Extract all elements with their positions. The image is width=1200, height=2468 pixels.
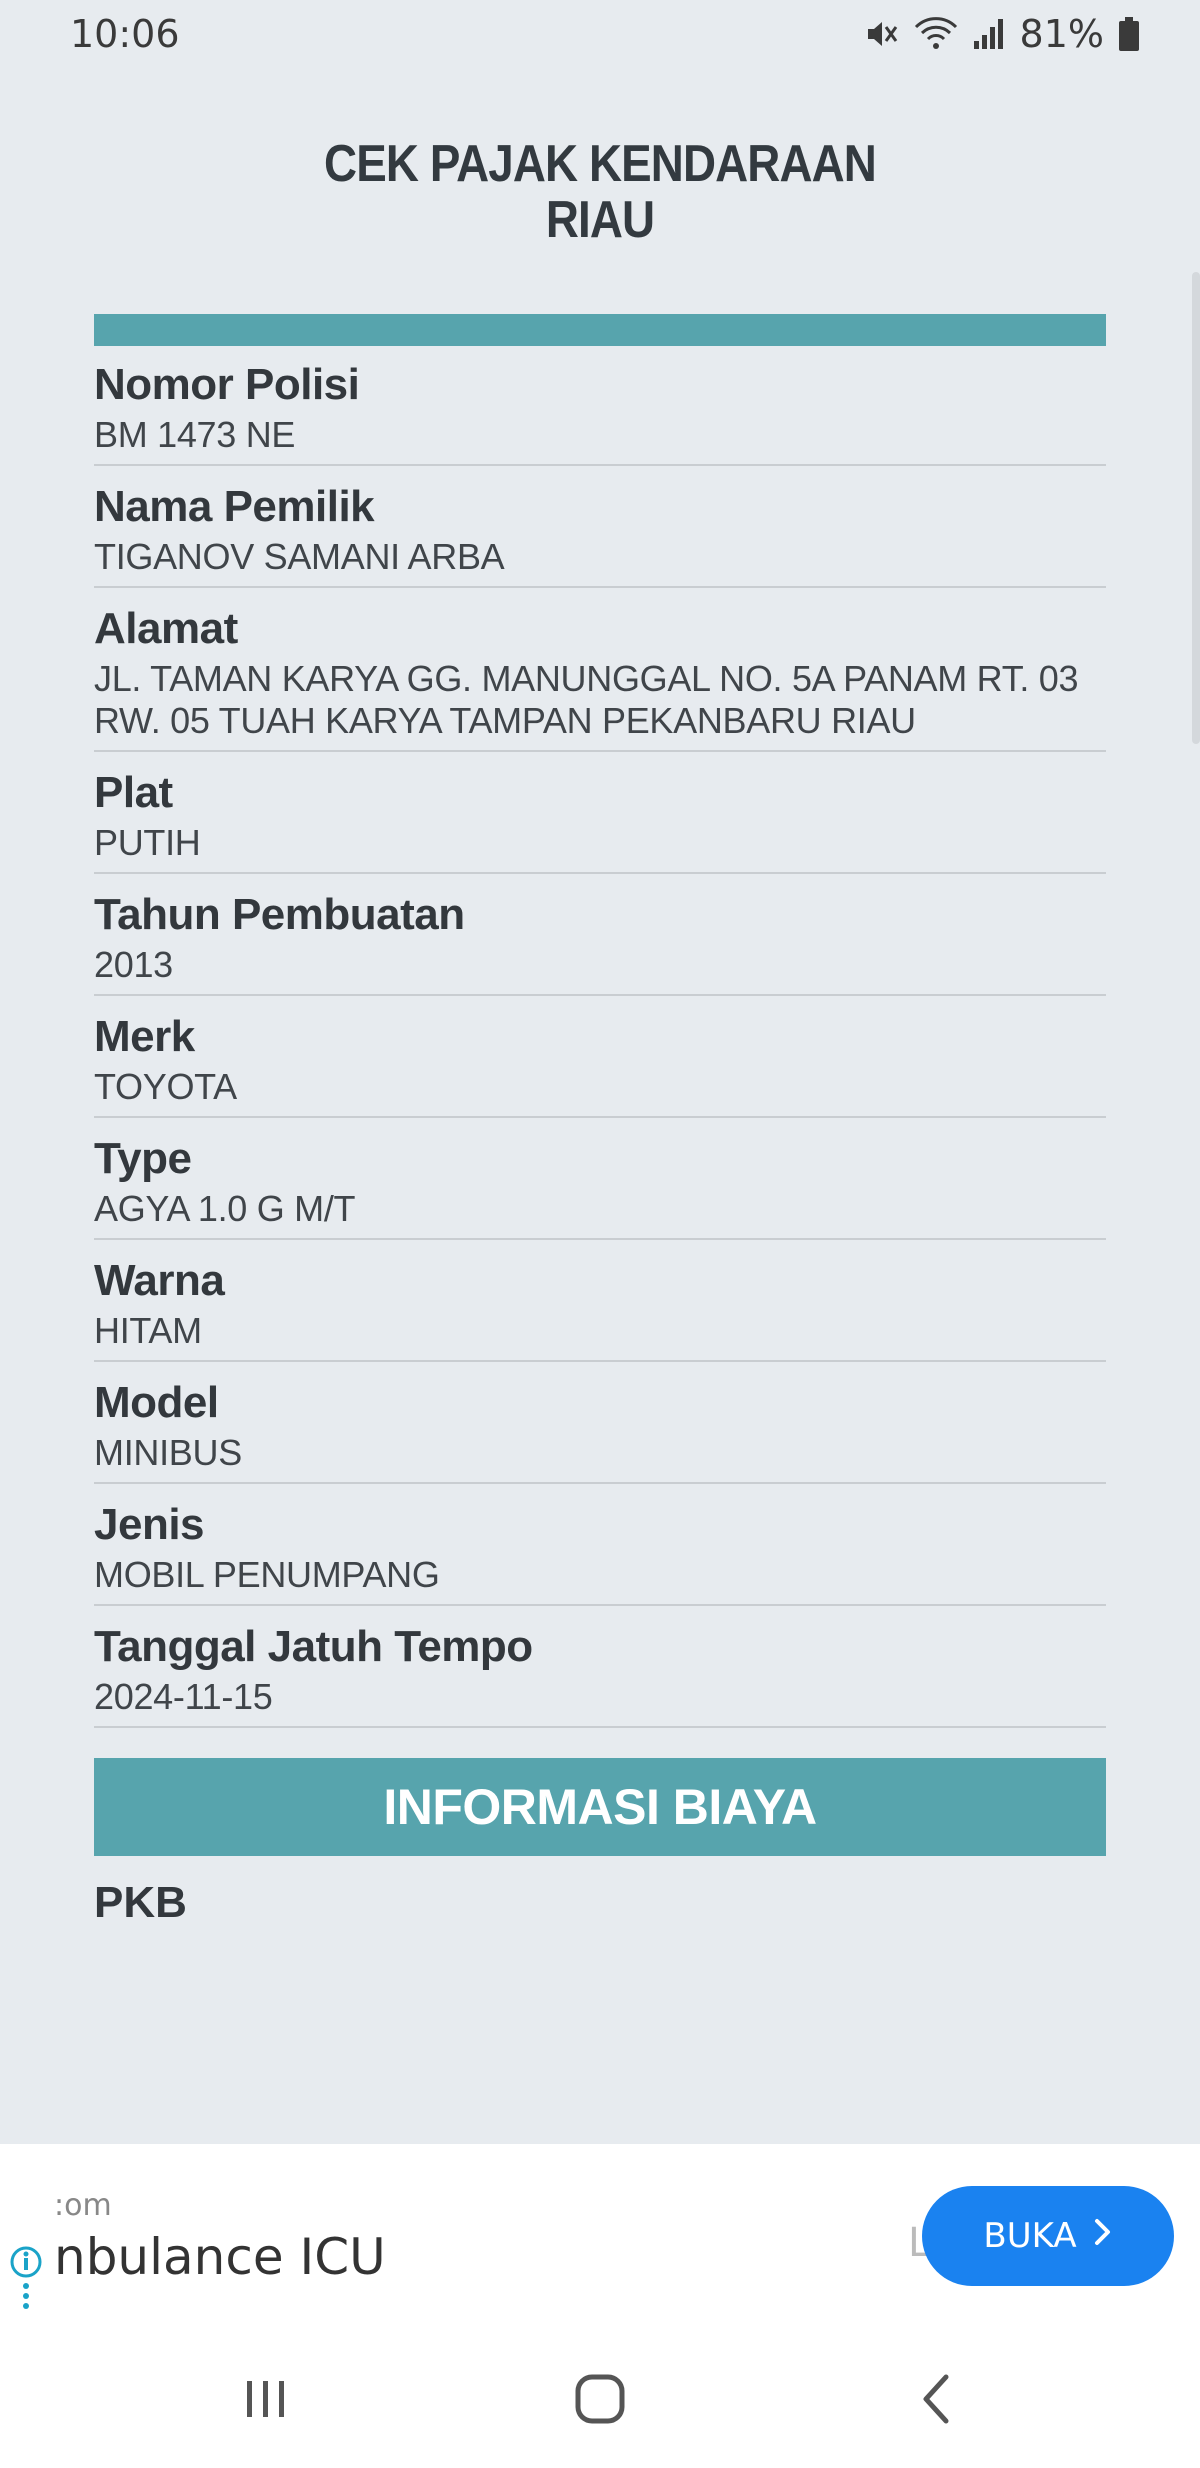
field-value: PUTIH: [94, 822, 201, 863]
field-label-pkb: PKB: [94, 1878, 187, 1927]
field-label: Warna: [94, 1256, 225, 1305]
field-label: Nomor Polisi: [94, 360, 360, 409]
field-nama-pemilik: Nama Pemilik TIGANOV SAMANI ARBA: [94, 466, 1106, 588]
system-nav-bar: [0, 2330, 1200, 2468]
chevron-right-icon: [1093, 2216, 1113, 2256]
field-tanggal-jatuh-tempo: Tanggal Jatuh Tempo 2024-11-15: [94, 1606, 1106, 1728]
page-title: CEK PAJAK KENDARAAN RIAU: [72, 136, 1128, 248]
field-label: Jenis: [94, 1500, 205, 1549]
field-label: Merk: [94, 1012, 195, 1061]
content-scroll-area[interactable]: Nomor Polisi BM 1473 NE Nama Pemilik TIG…: [0, 290, 1200, 2080]
field-value: TIGANOV SAMANI ARBA: [94, 536, 505, 577]
signal-icon: [972, 17, 1006, 51]
field-value: TOYOTA: [94, 1066, 237, 1107]
field-label: Tanggal Jatuh Tempo: [94, 1622, 533, 1671]
status-bar: 10:06 81%: [0, 0, 1200, 76]
home-icon[interactable]: [560, 2364, 640, 2434]
status-icons: 81%: [864, 12, 1140, 56]
field-label: Plat: [94, 768, 173, 817]
field-value: MOBIL PENUMPANG: [94, 1554, 440, 1595]
vehicle-info-card: Nomor Polisi BM 1473 NE Nama Pemilik TIG…: [94, 346, 1106, 1932]
field-value: JL. TAMAN KARYA GG. MANUNGGAL NO. 5A PAN…: [94, 658, 1079, 741]
field-label: Model: [94, 1378, 219, 1427]
field-plat: Plat PUTIH: [94, 752, 1106, 874]
info-icon[interactable]: [8, 2244, 44, 2314]
status-time: 10:06: [70, 12, 180, 56]
field-type: Type AGYA 1.0 G M/T: [94, 1118, 1106, 1240]
field-alamat: Alamat JL. TAMAN KARYA GG. MANUNGGAL NO.…: [94, 588, 1106, 752]
battery-icon: [1118, 17, 1140, 51]
field-value: 2013: [94, 944, 173, 985]
page-title-line2: RIAU: [545, 191, 655, 249]
ad-banner[interactable]: :om nbulance ICU L BUKA: [0, 2144, 1200, 2330]
ad-open-button[interactable]: BUKA: [922, 2186, 1174, 2286]
field-merk: Merk TOYOTA: [94, 996, 1106, 1118]
field-warna: Warna HITAM: [94, 1240, 1106, 1362]
field-value: MINIBUS: [94, 1432, 242, 1473]
ad-title[interactable]: nbulance ICU: [54, 2228, 386, 2286]
field-value: HITAM: [94, 1310, 202, 1351]
field-jenis: Jenis MOBIL PENUMPANG: [94, 1484, 1106, 1606]
field-model: Model MINIBUS: [94, 1362, 1106, 1484]
ad-domain: :om: [54, 2188, 112, 2223]
field-nomor-polisi: Nomor Polisi BM 1473 NE: [94, 346, 1106, 466]
field-value: AGYA 1.0 G M/T: [94, 1188, 356, 1229]
field-label: Tahun Pembuatan: [94, 890, 465, 939]
page-title-line1: CEK PAJAK KENDARAAN: [324, 135, 877, 193]
battery-percent: 81%: [1019, 12, 1104, 56]
back-icon[interactable]: [896, 2364, 976, 2434]
field-tahun-pembuatan: Tahun Pembuatan 2013: [94, 874, 1106, 996]
field-value: BM 1473 NE: [94, 414, 296, 455]
ad-open-label: BUKA: [983, 2216, 1077, 2256]
field-label: Alamat: [94, 604, 238, 653]
vehicle-info-header: [94, 314, 1106, 346]
recent-apps-icon[interactable]: [226, 2364, 306, 2434]
cost-info-header: INFORMASI BIAYA: [94, 1758, 1106, 1856]
field-value: 2024-11-15: [94, 1676, 273, 1717]
wifi-icon: [914, 17, 958, 51]
field-label: Type: [94, 1134, 192, 1183]
mute-icon: [864, 17, 900, 51]
field-label: Nama Pemilik: [94, 482, 375, 531]
